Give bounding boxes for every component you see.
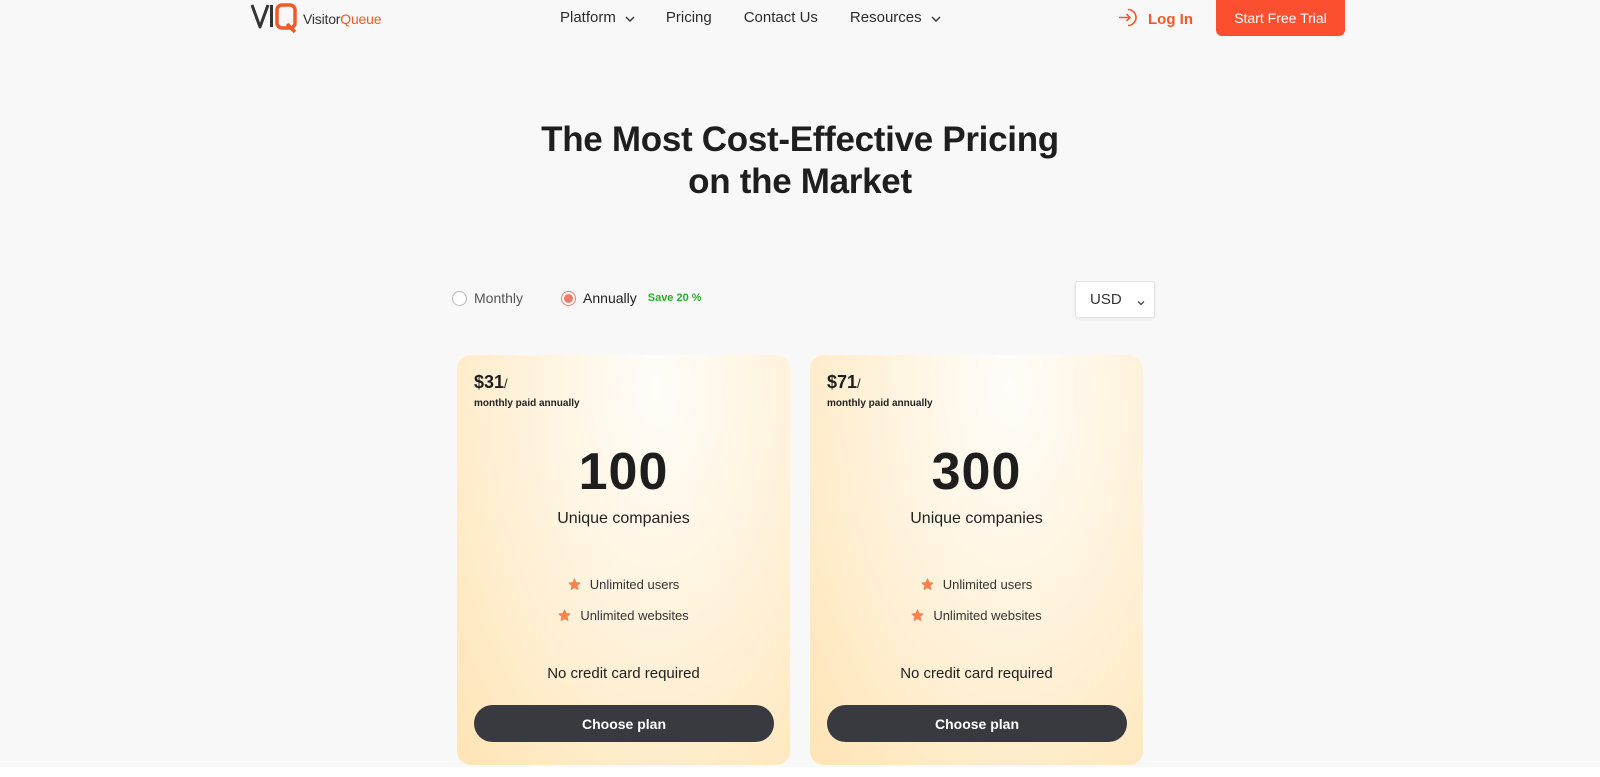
- plan-company-count: 100: [578, 443, 669, 501]
- billing-option-annually[interactable]: Annually: [561, 290, 637, 306]
- chevron-down-icon: [1136, 295, 1146, 312]
- plan-feature: Unlimited users: [810, 577, 1143, 592]
- logo-wordmark: VisitorQueue: [303, 11, 381, 27]
- plan-count-label: Unique companies: [910, 510, 1043, 527]
- star-icon: [921, 578, 934, 591]
- plan-billing-note: monthly paid annually: [827, 398, 933, 409]
- logo-text-visitor: Visitor: [303, 11, 341, 27]
- plan-feature: Unlimited websites: [810, 608, 1143, 623]
- nav-item-platform[interactable]: Platform: [560, 9, 636, 26]
- annually-label: Annually: [583, 290, 637, 306]
- monthly-radio[interactable]: [452, 290, 467, 306]
- plan-price-suffix: /: [857, 376, 861, 391]
- plan-no-credit-card-note: No credit card required: [900, 665, 1053, 682]
- plan-count-label: Unique companies: [557, 510, 690, 527]
- login-arrow-icon: [1117, 7, 1148, 32]
- star-icon: [568, 578, 581, 591]
- plan-no-credit-card-note: No credit card required: [547, 665, 700, 682]
- plan-feature: Unlimited websites: [457, 608, 790, 623]
- choose-plan-button[interactable]: Choose plan: [827, 705, 1127, 742]
- nav-label-resources: Resources: [849, 9, 922, 26]
- page-title-line-1: The Most Cost-Effective Pricing: [541, 120, 1059, 159]
- login-link[interactable]: Log In: [1117, 7, 1193, 32]
- nav-label-pricing: Pricing: [665, 9, 712, 26]
- page-title-line-2: on the Market: [688, 162, 912, 201]
- plan-price: $71/: [827, 372, 861, 393]
- save-badge: Save 20 %: [647, 292, 702, 304]
- nav-item-resources[interactable]: Resources: [850, 9, 942, 26]
- plan-price-amount: $31: [474, 372, 505, 392]
- plan-price: $31/: [474, 372, 508, 393]
- site-header: VisitorQueue Platform Pricing Contact Us…: [0, 0, 1600, 40]
- plan-feature-label: Unlimited users: [589, 577, 680, 592]
- nav-item-pricing[interactable]: Pricing: [666, 9, 712, 26]
- plan-feature: Unlimited users: [457, 577, 790, 592]
- plan-feature-label: Unlimited websites: [580, 608, 689, 623]
- plan-company-count: 300: [931, 443, 1022, 501]
- star-icon: [911, 609, 924, 622]
- plan-price-suffix: /: [504, 376, 508, 391]
- chevron-down-icon: [624, 12, 636, 24]
- plan-card: $31/ monthly paid annually 100 Unique co…: [457, 355, 790, 765]
- monthly-label: Monthly: [474, 290, 524, 306]
- star-icon: [558, 609, 571, 622]
- plan-feature-label: Unlimited users: [942, 577, 1033, 592]
- vq-logo[interactable]: VisitorQueue: [251, 0, 381, 34]
- plan-card: $71/ monthly paid annually 300 Unique co…: [810, 355, 1143, 765]
- vq-logo-icon: [251, 0, 299, 34]
- page-bottom-band: [0, 767, 1600, 777]
- billing-option-monthly[interactable]: Monthly: [452, 290, 523, 306]
- logo-text-queue: Queue: [340, 11, 382, 27]
- nav-label-contact-us: Contact Us: [743, 9, 818, 26]
- start-free-trial-button[interactable]: Start Free Trial: [1216, 0, 1345, 36]
- login-label: Log In: [1148, 11, 1193, 28]
- nav-item-contact-us[interactable]: Contact Us: [744, 9, 818, 26]
- nav-label-platform: Platform: [560, 9, 616, 26]
- chevron-down-icon: [930, 12, 942, 24]
- plan-feature-label: Unlimited websites: [933, 608, 1042, 623]
- page-title: The Most Cost-Effective Pricing on the M…: [0, 119, 1600, 203]
- currency-value: USD: [1090, 291, 1122, 308]
- plan-price-amount: $71: [827, 372, 858, 392]
- plan-billing-note: monthly paid annually: [474, 398, 580, 409]
- annually-radio[interactable]: [561, 290, 577, 306]
- choose-plan-button[interactable]: Choose plan: [474, 705, 774, 742]
- currency-select[interactable]: USD: [1075, 281, 1155, 318]
- billing-toggle: Monthly Annually Save 20 %: [452, 290, 702, 306]
- main-nav: Platform Pricing Contact Us Resources: [560, 9, 942, 26]
